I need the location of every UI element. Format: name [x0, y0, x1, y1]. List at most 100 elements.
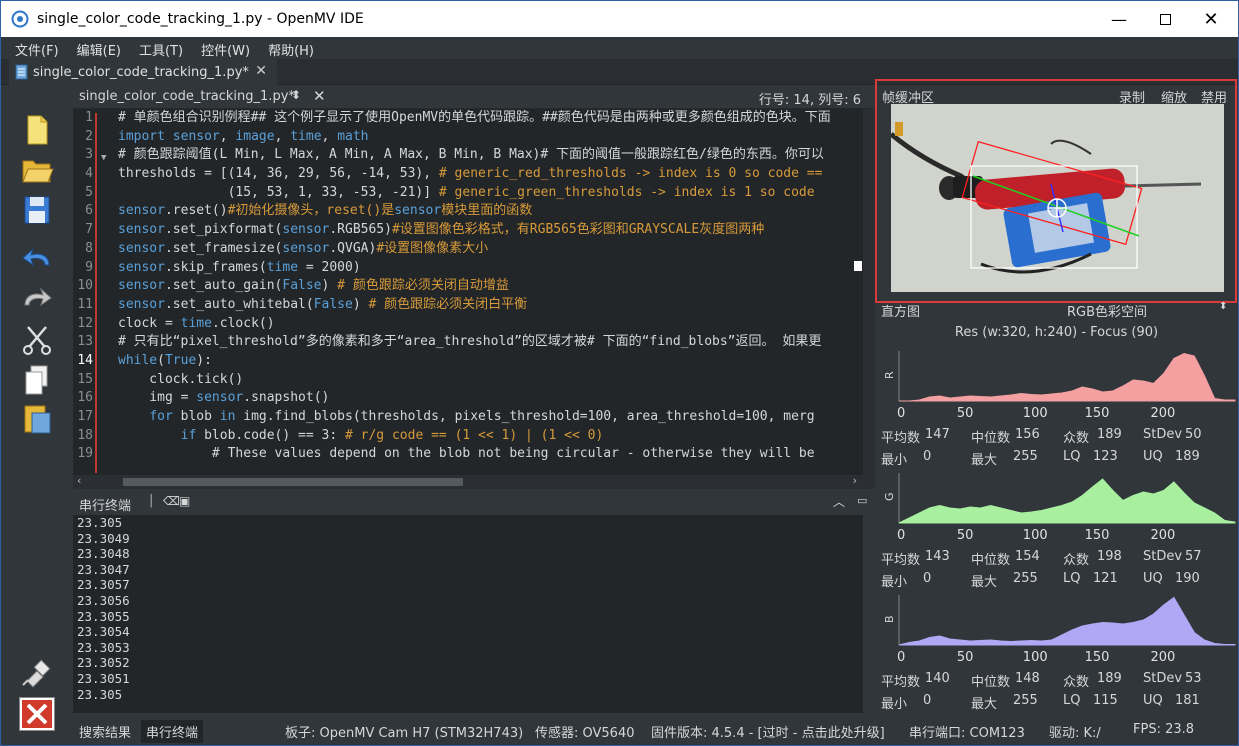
histogram-area-g [898, 478, 1236, 524]
serial-terminal-label: 串行终端 [79, 499, 132, 514]
code-line: # These values depend on the blob not be… [118, 446, 815, 462]
cursor-position: 行号: 14, 列号: 6 [758, 93, 861, 108]
x-tick-label: 100 [1023, 406, 1048, 421]
file-tab[interactable]: single_color_code_tracking_1.py* ✕ [9, 59, 277, 85]
x-tick-label: 100 [1023, 528, 1048, 543]
splitter-handle[interactable] [854, 261, 862, 271]
save-terminal-icon[interactable]: ▣ [179, 494, 190, 508]
tab-search-results[interactable]: 搜索结果 [79, 722, 131, 741]
close-button[interactable]: ✕ [1188, 1, 1234, 37]
stat-value-uq: 189 [1175, 449, 1200, 464]
connect-icon[interactable] [19, 655, 55, 689]
scroll-left-icon[interactable]: ‹ [77, 474, 81, 487]
code-line: clock.tick() [118, 371, 244, 387]
menu-file[interactable]: 文件(F) [1, 37, 65, 59]
menu-help[interactable]: 帮助(H) [256, 37, 320, 59]
code-line: for blob in img.find_blobs(thresholds, p… [149, 409, 815, 424]
x-tick-label: 150 [1085, 406, 1110, 421]
x-tick-label: 50 [957, 528, 974, 543]
stat-label-lq: LQ [1063, 693, 1081, 708]
redo-icon[interactable] [19, 281, 55, 315]
title-bar: single_color_code_tracking_1.py - OpenMV… [1, 1, 1238, 37]
tab-serial-terminal[interactable]: 串行终端 [141, 720, 204, 743]
stat-label-uq: UQ [1143, 571, 1163, 586]
histogram-area-b [898, 596, 1236, 646]
stat-label-max: 最大 [971, 697, 998, 712]
copy-icon[interactable] [19, 363, 55, 397]
minimize-button[interactable]: — [1096, 1, 1142, 37]
code-editor[interactable]: 1 2 3 4 5 6 7 8 9 10 11 12 13 14 15 16 17 18 19 ▼ # 单颜色组合识… [73, 109, 863, 475]
editor-file-name[interactable]: single_color_code_tracking_1.py* [79, 89, 295, 104]
terminal-line: 23.3054 [77, 624, 130, 640]
code-line: # 单颜色组合识别例程## 这个例子显示了使用OpenMV的单色代码跟踪。##颜… [118, 110, 831, 125]
stat-label-mean: 平均数 [881, 675, 921, 690]
line-number: 13 [77, 334, 93, 350]
serial-terminal-output[interactable]: 23.305 23.3049 23.3048 23.3047 23.3057 23.305… [73, 515, 863, 713]
camera-framebuffer-image[interactable] [891, 104, 1224, 292]
stat-label-stdev: StDev [1143, 549, 1183, 564]
fold-arrow-icon[interactable]: ▼ [101, 153, 106, 163]
stat-value-uq: 190 [1175, 571, 1200, 586]
code-line: sensor.set_framesize(sensor.QVGA)#设置图像像素… [118, 240, 489, 256]
vertical-scrollbar[interactable] [854, 109, 875, 489]
scroll-thumb[interactable] [123, 478, 463, 486]
menu-widgets[interactable]: 控件(W) [189, 37, 256, 59]
new-file-icon[interactable] [19, 113, 55, 147]
terminal-line: 23.3049 [77, 530, 130, 546]
stat-value-lq: 115 [1093, 693, 1118, 708]
code-line: sensor.skip_frames(time = 2000) [118, 259, 361, 275]
stat-label-mode: 众数 [1063, 553, 1090, 568]
colorspace-select[interactable]: RGB色彩空间 [1067, 301, 1147, 320]
close-tab-icon[interactable]: ✕ [255, 63, 267, 79]
horizontal-scrollbar[interactable]: ‹ › [73, 474, 863, 489]
line-number: 2 [85, 128, 93, 144]
undo-icon[interactable] [19, 241, 55, 275]
line-number: 18 [77, 427, 93, 443]
close-editor-icon[interactable]: ✕ [313, 87, 326, 105]
stat-value-lq: 121 [1093, 571, 1118, 586]
resolution-label: Res (w:320, h:240) - Focus (90) [954, 325, 1159, 340]
line-number: 4 [85, 166, 93, 182]
stat-value-mean: 147 [925, 427, 950, 442]
code-line: clock = time.clock() [118, 315, 275, 331]
maximize-pane-icon[interactable]: ▭ [857, 494, 867, 507]
scroll-right-icon[interactable]: › [853, 474, 857, 487]
x-tick-label: 50 [957, 650, 974, 665]
menu-bar: 文件(F) 编辑(E) 工具(T) 控件(W) 帮助(H) [1, 37, 1238, 59]
terminal-line: 23.3053 [77, 639, 130, 655]
stat-value-max: 255 [1013, 693, 1038, 708]
menu-edit[interactable]: 编辑(E) [65, 37, 127, 59]
stat-label-median: 中位数 [971, 431, 1011, 446]
line-number: 9 [85, 259, 93, 275]
minimize-icon: — [1111, 9, 1127, 29]
firmware-info[interactable]: 固件版本: 4.5.4 - [过时 - 点击此处升级] [651, 722, 885, 741]
cut-icon[interactable] [19, 323, 55, 357]
histogram-stats-b: 平均数 140 中位数 148 众数 189 StDev 53 最小 0 最大 255 LQ 115 UQ 1… [875, 671, 1238, 712]
left-toolbar [1, 85, 73, 745]
stop-button[interactable] [19, 697, 55, 731]
maximize-button[interactable] [1142, 1, 1188, 37]
histogram-g: G 0 50 100 150 200 [875, 465, 1238, 545]
histogram-r: R 0 50 100 150 200 [875, 343, 1238, 423]
menu-tools[interactable]: 工具(T) [127, 37, 189, 59]
x-tick-label: 200 [1151, 650, 1176, 665]
stat-value-mode: 189 [1097, 671, 1122, 686]
stat-value-stdev: 53 [1185, 671, 1202, 686]
terminal-line: 23.3057 [77, 577, 130, 593]
histogram-area-r [899, 352, 1236, 402]
stat-value-max: 255 [1013, 571, 1038, 586]
line-number: 6 [85, 203, 93, 219]
collapse-up-icon[interactable]: ︿ [833, 493, 845, 510]
paste-icon[interactable] [19, 401, 55, 435]
clear-terminal-icon[interactable]: ⌫ [163, 494, 180, 508]
updown-arrow-icon[interactable]: ⬍ [291, 88, 301, 102]
x-tick-label: 200 [1151, 406, 1176, 421]
save-icon[interactable] [19, 193, 55, 227]
right-panel: 帧缓冲区 录制 缩放 禁用 直方图 RGB色彩空间 ⬍ Res (w:320, … [875, 79, 1238, 715]
colorspace-arrow-icon[interactable]: ⬍ [1219, 301, 1227, 312]
open-folder-icon[interactable] [19, 153, 55, 187]
terminal-line: 23.3047 [77, 561, 130, 577]
stat-value-median: 154 [1015, 549, 1040, 564]
line-number: 8 [85, 240, 93, 256]
line-number: 11 [77, 296, 93, 312]
